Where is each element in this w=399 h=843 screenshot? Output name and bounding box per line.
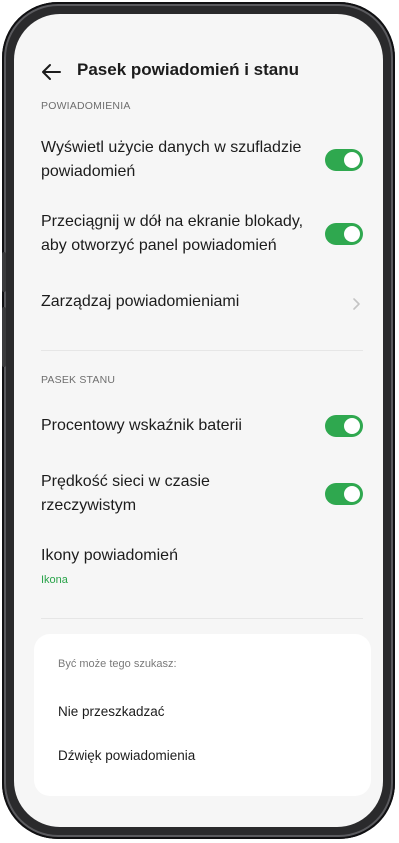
volume-up-button <box>2 252 6 292</box>
lockscreen-pulldown-toggle[interactable] <box>325 223 363 245</box>
toggle-knob <box>344 152 360 168</box>
setting-label: Procentowy wskaźnik baterii <box>41 417 242 434</box>
screen: Pasek powiadomień i stanu POWIADOMIENIA … <box>14 14 383 827</box>
suggestions-card: Być może tego szukasz: Nie przeszkadzać … <box>34 634 371 796</box>
setting-label: Przeciągnij w dół na ekranie blokady, ab… <box>41 213 304 254</box>
suggestion-item-notification-sound[interactable]: Dźwięk powiadomienia <box>58 748 195 763</box>
toggle-knob <box>344 226 360 242</box>
setting-row-notification-icons[interactable]: Ikony powiadomień Ikona <box>14 542 383 594</box>
section-divider <box>41 350 363 351</box>
setting-row-data-usage[interactable]: Wyświetl użycie danych w szufladzie powi… <box>14 132 383 190</box>
setting-row-battery-percentage[interactable]: Procentowy wskaźnik baterii <box>14 410 383 444</box>
setting-label: Prędkość sieci w czasie rzeczywistym <box>41 473 210 514</box>
suggestions-title: Być może tego szukasz: <box>58 658 177 670</box>
section-label-status-bar: PASEK STANU <box>41 374 116 386</box>
setting-row-manage-notifications[interactable]: Zarządzaj powiadomieniami <box>14 286 383 320</box>
setting-value: Ikona <box>41 574 68 586</box>
section-label-notifications: POWIADOMIENIA <box>41 100 131 112</box>
app-header: Pasek powiadomień i stanu <box>14 56 383 86</box>
toggle-knob <box>344 486 360 502</box>
setting-row-lockscreen-pulldown[interactable]: Przeciągnij w dół na ekranie blokady, ab… <box>14 206 383 264</box>
chevron-right-icon <box>353 298 360 310</box>
setting-label: Wyświetl użycie danych w szufladzie powi… <box>41 139 302 180</box>
setting-label: Ikony powiadomień <box>41 547 178 564</box>
toggle-knob <box>344 418 360 434</box>
setting-label: Zarządzaj powiadomieniami <box>41 293 240 310</box>
data-usage-toggle[interactable] <box>325 149 363 171</box>
volume-down-button <box>2 307 6 367</box>
battery-percentage-toggle[interactable] <box>325 415 363 437</box>
setting-row-network-speed[interactable]: Prędkość sieci w czasie rzeczywistym <box>14 466 383 524</box>
network-speed-toggle[interactable] <box>325 483 363 505</box>
arrow-left-icon[interactable] <box>40 61 62 83</box>
section-divider <box>41 618 363 619</box>
phone-frame: Pasek powiadomień i stanu POWIADOMIENIA … <box>2 2 395 839</box>
suggestion-item-do-not-disturb[interactable]: Nie przeszkadzać <box>58 704 165 719</box>
page-title: Pasek powiadomień i stanu <box>77 60 300 79</box>
